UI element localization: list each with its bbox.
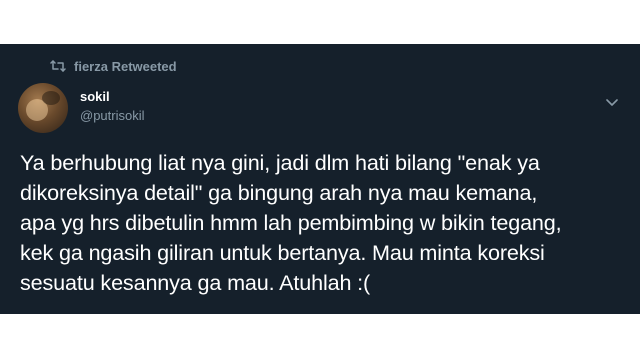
chevron-down-icon[interactable]: [603, 94, 621, 112]
tweet-text-line: Ya berhubung liat nya gini, jadi dlm hat…: [20, 150, 540, 175]
tweet-text-line: apa yg hrs dibetulin hmm lah pembimbing …: [20, 210, 562, 235]
avatar[interactable]: [18, 83, 68, 133]
screenshot-frame: fierza Retweeted sokil @putrisokil Ya be…: [0, 0, 640, 360]
retweet-context: fierza Retweeted: [50, 57, 177, 75]
tweet-text-line: dikoreksinya detail" ga bingung arah nya…: [20, 180, 538, 205]
tweet-text-line: sesuatu kesannya ga mau. Atuhlah :(: [20, 270, 371, 295]
retweeted-by-label[interactable]: fierza Retweeted: [74, 59, 177, 74]
avatar-shadow: [42, 91, 60, 105]
tweet-card[interactable]: fierza Retweeted sokil @putrisokil Ya be…: [0, 44, 640, 314]
tweet-text: Ya berhubung liat nya gini, jadi dlm hat…: [20, 148, 628, 298]
retweet-icon: [50, 58, 66, 74]
tweet-text-line: kek ga ngasih giliran untuk bertanya. Ma…: [20, 240, 545, 265]
user-handle[interactable]: @putrisokil: [80, 109, 145, 122]
display-name[interactable]: sokil: [80, 90, 110, 103]
